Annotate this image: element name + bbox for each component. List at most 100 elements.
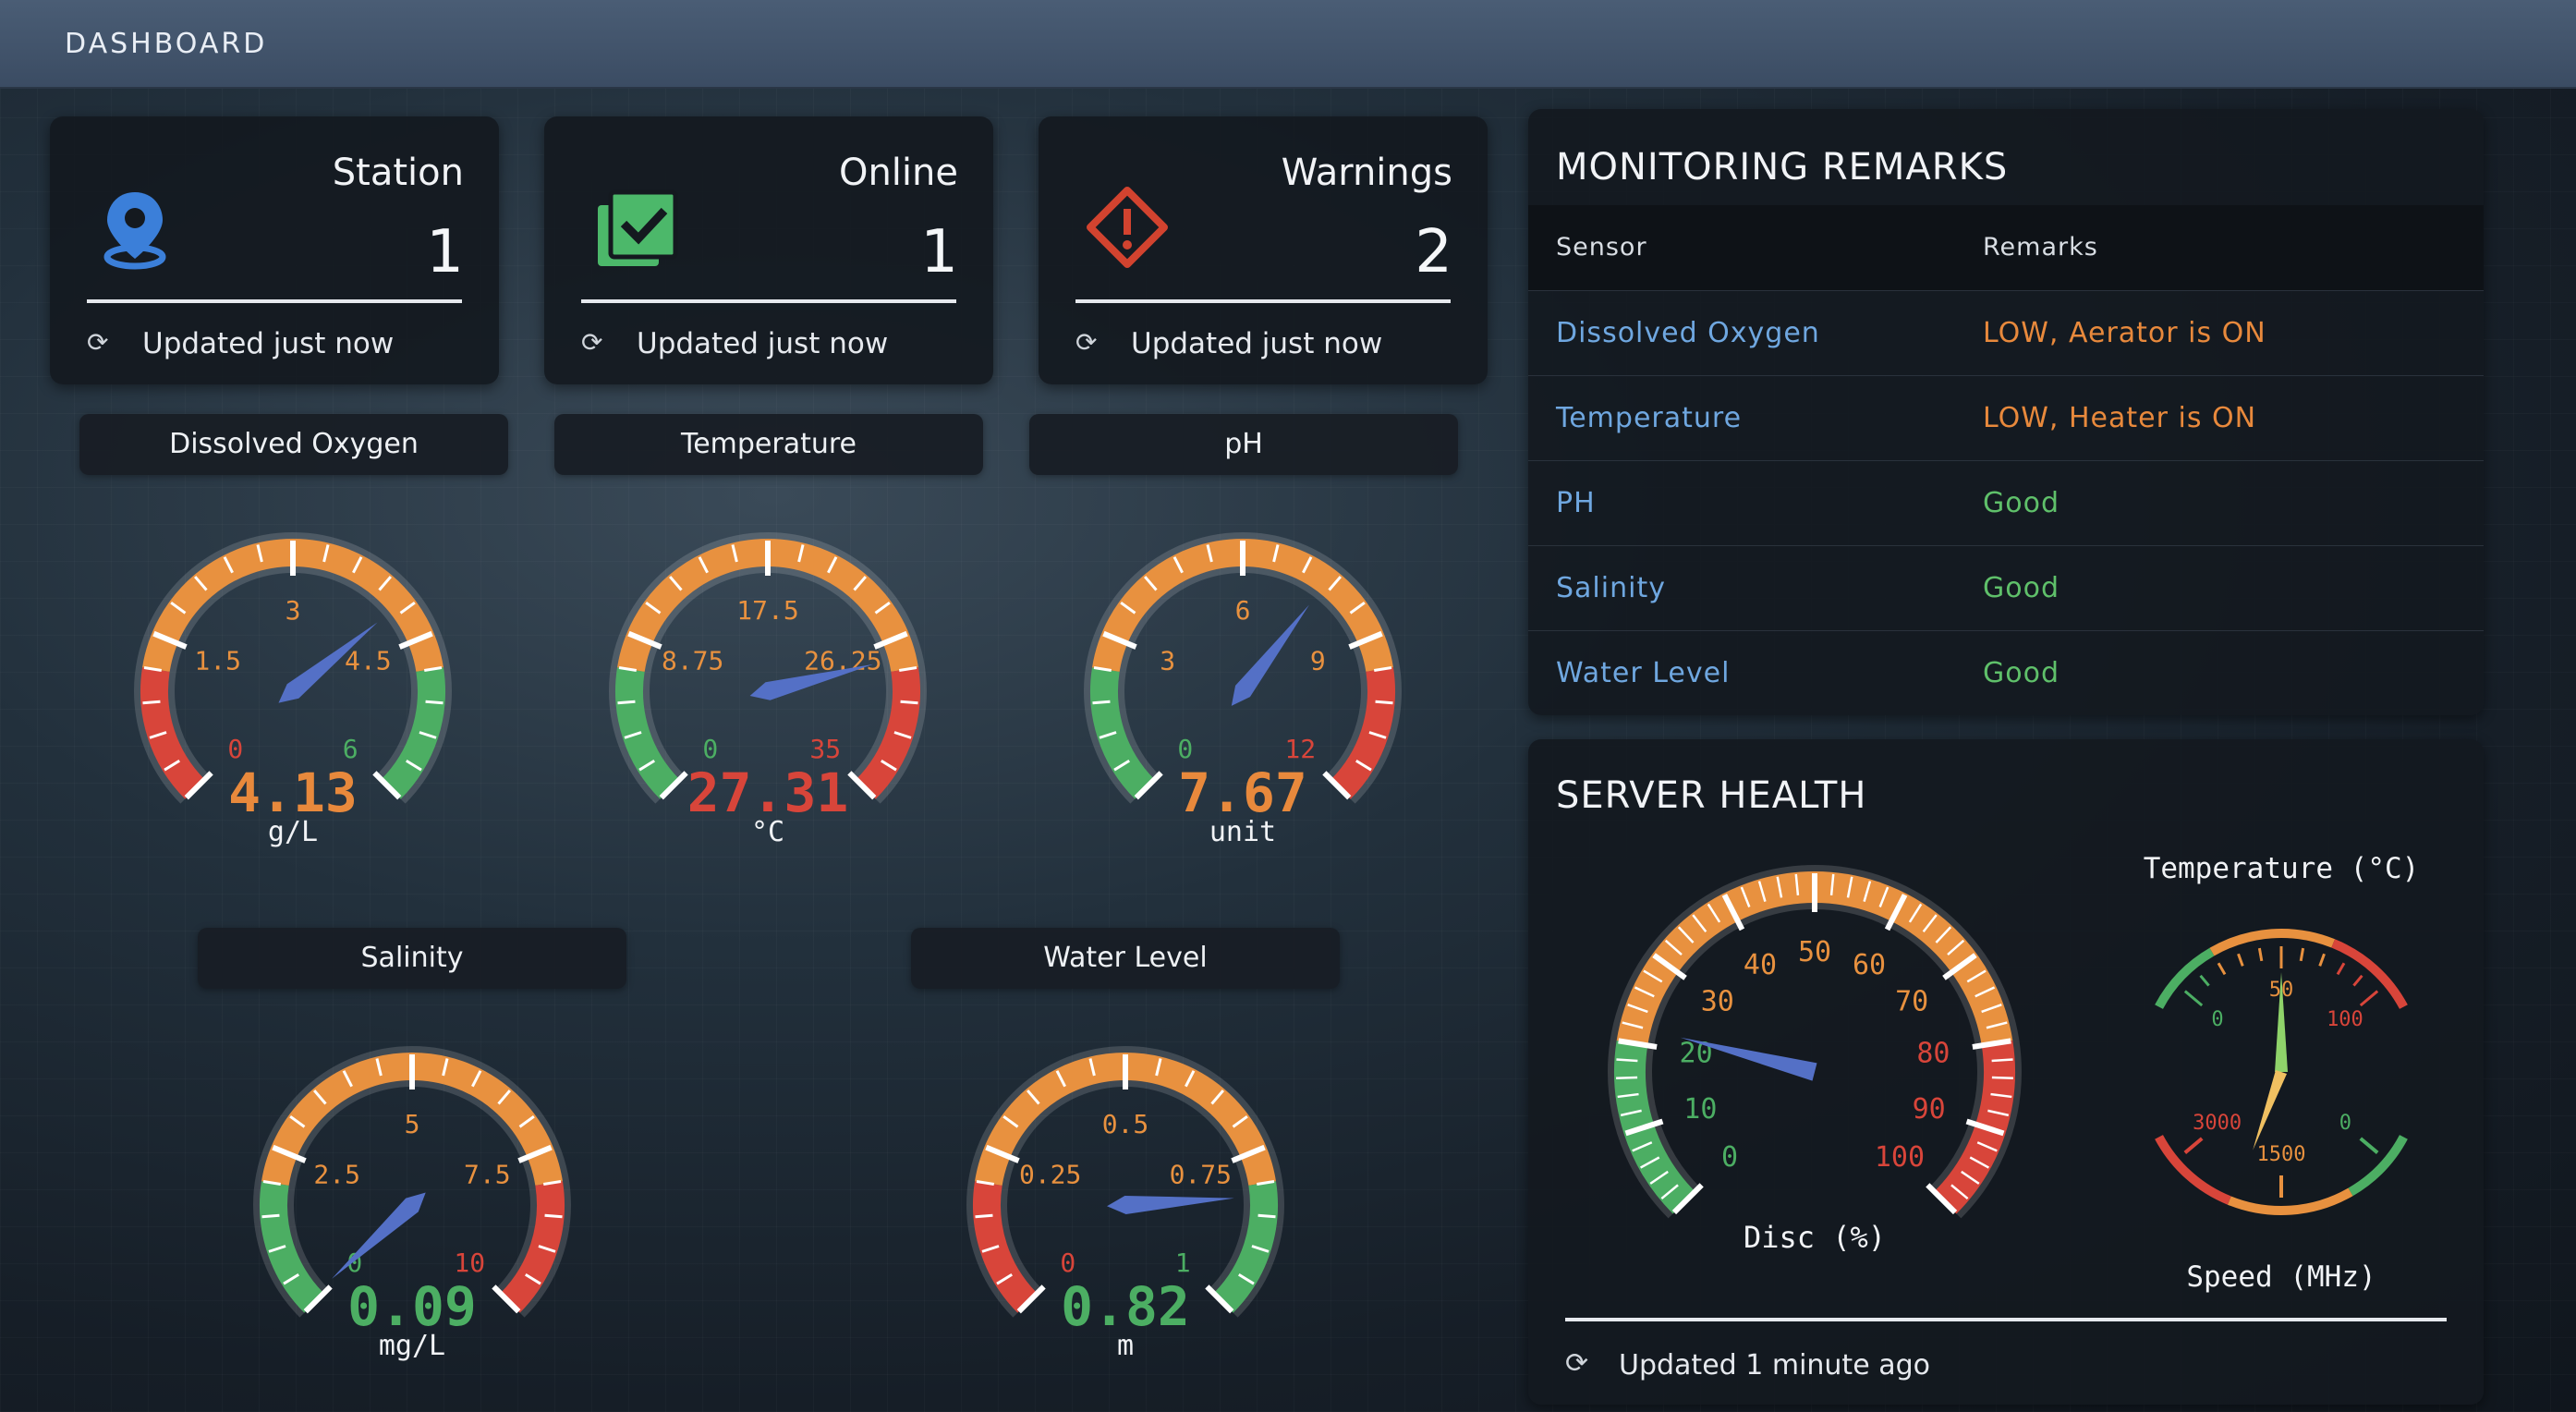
gauge-value: 0.82: [1061, 1275, 1190, 1338]
refresh-icon[interactable]: ⟳: [1565, 1347, 1588, 1380]
temperature-speed-gauge: Temperature (°C)050100300015000Speed (MH…: [2144, 852, 2420, 1294]
gauge-title-water-level: Water Level: [911, 928, 1340, 989]
gauge-tick-label: 4.5: [345, 645, 392, 676]
gauge-unit: m: [1117, 1330, 1134, 1362]
sensor-remark: LOW, Heater is ON: [1983, 402, 2257, 434]
speed-needle: [2253, 1070, 2287, 1150]
speed-tick-label: 1500: [2257, 1143, 2306, 1166]
temp-tick: [2352, 974, 2363, 987]
gauge-tick-label: 30: [1701, 986, 1734, 1018]
divider: [581, 299, 956, 303]
gauge-tick-label: 10: [1683, 1093, 1717, 1126]
refresh-icon[interactable]: ⟳: [1075, 327, 1097, 358]
gauge-tick-label: 35: [809, 734, 841, 764]
gauge-tick-label: 8.75: [662, 645, 723, 676]
gauge-value: 27.31: [687, 761, 849, 824]
temperature-label: Temperature (°C): [2144, 852, 2420, 885]
water-level-gauge: 0 0.25 0.5 0.75 10.82m: [966, 1046, 1284, 1362]
gauge-title-salinity: Salinity: [198, 928, 626, 989]
gauge-tick-label: 10: [454, 1248, 485, 1278]
check-list-icon: [598, 189, 678, 266]
ph-gauge: 0 3 6 9 127.67unit: [1084, 532, 1402, 848]
temperature-gauge: 08.7517.526.253527.31°C: [609, 532, 927, 848]
online-count: 1: [920, 218, 958, 286]
sensor-remark: LOW, Aerator is ON: [1983, 317, 2266, 349]
column-sensor: Sensor: [1556, 233, 1647, 262]
gauge-needle: [332, 1192, 426, 1279]
gauge-value: 4.13: [228, 761, 358, 824]
gauge-tick-label: 60: [1853, 949, 1886, 981]
warnings-updated: Updated just now: [1131, 327, 1383, 360]
temp-tick: [2257, 947, 2264, 962]
gauge-value: 7.67: [1178, 761, 1307, 824]
temp-tick: [2336, 962, 2346, 976]
station-updated: Updated just now: [142, 327, 395, 360]
temp-tick: [2217, 962, 2227, 976]
gauge-unit: °C: [751, 816, 784, 848]
server-health-panel: SERVER HEALTH 0 10 20 30 40 50 60 70 80 90 100 Disc…: [1528, 739, 2484, 1405]
station-label: Station: [332, 152, 464, 194]
gauge-tick: [261, 1213, 280, 1219]
temp-zone-orange: [2209, 929, 2336, 956]
gauge-tick-label: 9: [1310, 645, 1326, 676]
station-card: Station 1 ⟳ Updated just now: [50, 116, 499, 384]
gauge-tick-label: 7.5: [464, 1159, 511, 1189]
gauge-title-dissolved-oxygen: Dissolved Oxygen: [79, 414, 508, 475]
gauge-tick-label: 0: [702, 734, 718, 764]
sensor-name: Dissolved Oxygen: [1556, 317, 1820, 349]
sensor-name: Salinity: [1556, 572, 1666, 604]
table-row: Water Level Good: [1528, 630, 2484, 715]
speed-tick-label: 3000: [2193, 1112, 2242, 1135]
sensor-remark: Good: [1983, 657, 2060, 689]
gauge-tick-label: 80: [1916, 1038, 1950, 1070]
speed-label: Speed (MHz): [2186, 1260, 2376, 1294]
sensor-name: Temperature: [1556, 402, 1743, 434]
gauge-tick-label: 6: [1235, 595, 1251, 626]
gauge-tick-label: 40: [1744, 949, 1777, 981]
gauge-title-ph: pH: [1029, 414, 1458, 475]
gauge-tick: [1616, 1058, 1638, 1063]
gauge-tick-label: 0: [227, 734, 243, 764]
gauge-tick-label: 70: [1895, 986, 1928, 1018]
refresh-icon[interactable]: ⟳: [87, 327, 108, 358]
speed-zone-orange: [2227, 1187, 2353, 1215]
gauge-tick-label: 0: [1060, 1248, 1075, 1278]
sensor-remark: Good: [1983, 487, 2060, 519]
gauge-tick: [1375, 700, 1393, 705]
table-row: Salinity Good: [1528, 545, 2484, 630]
divider: [1075, 299, 1451, 303]
gauge-tick: [975, 1213, 993, 1219]
remarks-table-header: Sensor Remarks: [1528, 205, 2484, 290]
sensor-name: PH: [1556, 487, 1596, 519]
gauge-tick-label: 3: [1160, 645, 1175, 676]
monitoring-remarks-panel: MONITORING REMARKS Sensor Remarks Dissol…: [1528, 109, 2484, 715]
gauge-tick-label: 17.5: [736, 595, 798, 626]
gauge-needle: [1107, 1196, 1234, 1214]
server-health-title: SERVER HEALTH: [1556, 774, 1867, 817]
gauge-tick-label: 0.75: [1170, 1159, 1232, 1189]
gauge-tick-label: 6: [343, 734, 358, 764]
divider: [1565, 1318, 2447, 1321]
gauge-tick: [1258, 1213, 1276, 1219]
speed-tick-label: 0: [2339, 1112, 2351, 1135]
gauge-tick-label: 0.25: [1019, 1159, 1081, 1189]
gauge-tick-label: 2.5: [313, 1159, 360, 1189]
gauge-tick-label: 50: [1798, 936, 1831, 968]
table-row: Temperature LOW, Heater is ON: [1528, 375, 2484, 460]
speed-zone-green: [2348, 1135, 2408, 1197]
speed-tick: [2183, 1137, 2204, 1154]
gauge-tick: [544, 1213, 563, 1219]
server-updated: Updated 1 minute ago: [1619, 1349, 1930, 1382]
gauge-tick: [617, 700, 636, 705]
temp-tick: [2199, 974, 2210, 987]
top-bar: DASHBOARD: [0, 0, 2576, 89]
temp-tick: [2299, 947, 2305, 962]
speed-tick: [2359, 1137, 2379, 1154]
location-pin-icon: [103, 192, 166, 270]
gauge-tick: [142, 700, 161, 705]
gauge-tick: [900, 700, 918, 705]
refresh-icon[interactable]: ⟳: [581, 327, 602, 358]
column-remarks: Remarks: [1983, 233, 2098, 262]
temp-tick: [2237, 953, 2244, 967]
gauge-tick: [1092, 700, 1111, 705]
